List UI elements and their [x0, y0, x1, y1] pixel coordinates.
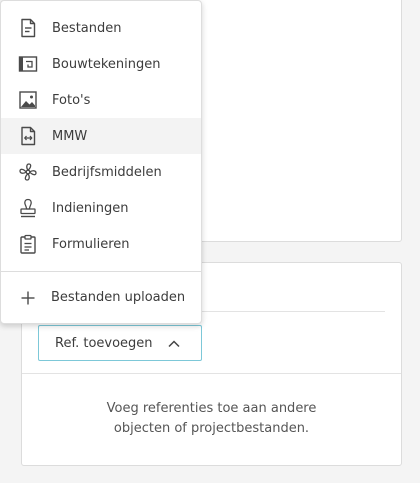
add-reference-button-label: Ref. toevoegen	[55, 335, 153, 351]
fan-icon	[19, 163, 37, 181]
blueprint-icon	[18, 56, 38, 72]
menu-item-label: Formulieren	[52, 236, 130, 252]
menu-item-label: Bouwtekeningen	[52, 56, 161, 72]
menu-item-label: MMW	[52, 128, 88, 144]
empty-state-line-2: objecten of projectbestanden.	[113, 421, 310, 436]
menu-item-mmw[interactable]: MMW	[1, 118, 201, 154]
upload-files-label: Bestanden uploaden	[51, 290, 186, 305]
menu-item-label: Bestanden	[52, 20, 122, 36]
menu-item-bedrijfsmiddelen[interactable]: Bedrijfsmiddelen	[1, 154, 201, 190]
add-reference-button[interactable]: Ref. toevoegen	[38, 325, 202, 361]
clipboard-icon	[20, 234, 36, 254]
upload-files-button[interactable]: Bestanden uploaden	[1, 281, 201, 315]
menu-item-bestanden[interactable]: Bestanden	[1, 10, 201, 46]
empty-state-text: Voeg referenties toe aan andere objecten…	[22, 399, 401, 439]
menu-item-formulieren[interactable]: Formulieren	[1, 226, 201, 262]
menu-item-label: Foto's	[52, 92, 91, 108]
swap-file-icon	[21, 126, 36, 146]
divider	[22, 373, 401, 374]
menu-item-bouwtekeningen[interactable]: Bouwtekeningen	[1, 46, 201, 82]
menu-item-label: Indieningen	[52, 200, 129, 216]
add-dropdown-menu: Bestanden Bouwtekeningen Foto's MMW Bedr…	[0, 0, 202, 324]
menu-item-indieningen[interactable]: Indieningen	[1, 190, 201, 226]
menu-item-label: Bedrijfsmiddelen	[52, 164, 162, 180]
image-icon	[19, 91, 37, 109]
document-icon	[21, 18, 36, 38]
menu-item-fotos[interactable]: Foto's	[1, 82, 201, 118]
menu-divider	[1, 271, 201, 272]
plus-icon	[21, 291, 35, 305]
stamp-icon	[20, 198, 36, 218]
chevron-up-icon	[168, 340, 180, 348]
empty-state-line-1: Voeg referenties toe aan andere	[106, 401, 317, 416]
